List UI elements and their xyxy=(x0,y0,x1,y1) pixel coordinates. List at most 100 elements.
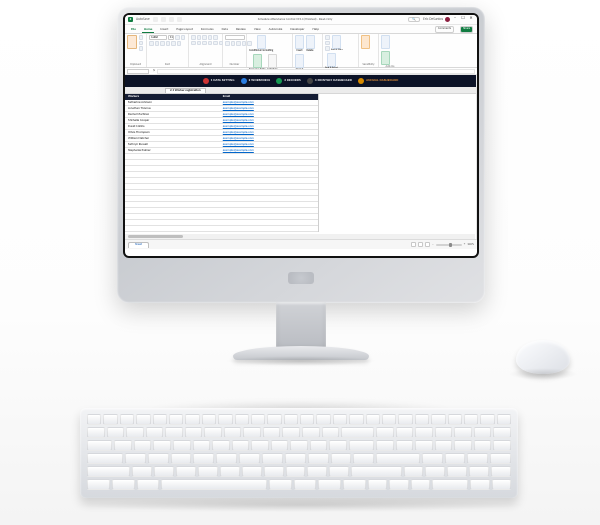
conditional-formatting-button[interactable] xyxy=(257,35,266,49)
wrap-text-button[interactable] xyxy=(213,35,218,40)
paste-button[interactable] xyxy=(127,35,137,49)
increase-font-button[interactable] xyxy=(175,35,180,40)
minimize-button[interactable]: ─ xyxy=(452,17,458,23)
tab-file[interactable]: File xyxy=(129,26,138,33)
share-button[interactable]: Share xyxy=(460,26,473,33)
sheet-tab[interactable]: Sheet xyxy=(128,242,149,248)
tab-help[interactable]: Help xyxy=(311,26,321,33)
format-as-table-button[interactable] xyxy=(253,54,262,68)
keyboard-key xyxy=(263,427,281,438)
format-cells-button[interactable] xyxy=(295,54,304,68)
user-avatar[interactable] xyxy=(445,17,450,22)
tab-formulas[interactable]: Formulas xyxy=(199,26,216,33)
qat-redo-icon[interactable] xyxy=(177,17,182,22)
cell-styles-button[interactable] xyxy=(268,54,277,68)
keyboard-key xyxy=(220,466,240,477)
zoom-value[interactable]: 100% xyxy=(467,243,474,247)
tab-view[interactable]: View xyxy=(252,26,263,33)
sort-filter-button[interactable] xyxy=(332,35,341,49)
keyboard-key xyxy=(290,440,308,451)
keyboard-key xyxy=(282,427,300,438)
cut-button[interactable] xyxy=(139,35,144,40)
decrease-font-button[interactable] xyxy=(181,35,186,40)
keyboard-key xyxy=(286,466,306,477)
nav-annual-dashboard[interactable]: ANNUAL DASHBOARD xyxy=(358,78,398,84)
keyboard-key xyxy=(353,453,374,464)
nav-records[interactable]: 3 RECORDS xyxy=(276,78,301,84)
view-normal-button[interactable] xyxy=(411,242,416,247)
align-middle-button[interactable] xyxy=(197,35,202,40)
autosum-button[interactable] xyxy=(325,35,330,40)
delete-cells-button[interactable] xyxy=(306,35,315,49)
orientation-button[interactable] xyxy=(208,35,213,40)
indent-increase-button[interactable] xyxy=(213,41,218,46)
zoom-out-button[interactable]: − xyxy=(432,243,434,247)
font-name-combo[interactable]: Calibri xyxy=(149,35,167,40)
number-format-combo[interactable] xyxy=(225,35,245,40)
font-size-combo[interactable]: 11 xyxy=(168,35,174,40)
increase-decimal-button[interactable] xyxy=(242,41,247,46)
align-center-button[interactable] xyxy=(197,41,202,46)
underline-button[interactable] xyxy=(160,41,165,46)
keyboard-key xyxy=(87,466,130,477)
keyboard-key xyxy=(169,414,183,425)
analyze-data-button[interactable] xyxy=(381,35,390,49)
find-select-button[interactable] xyxy=(327,53,336,67)
clear-button[interactable] xyxy=(325,46,330,51)
copy-button[interactable] xyxy=(139,41,144,46)
fill-button[interactable] xyxy=(325,41,330,46)
fx-icon[interactable]: fx xyxy=(153,69,155,73)
align-left-button[interactable] xyxy=(191,41,196,46)
italic-button[interactable] xyxy=(155,41,160,46)
qat-save-icon[interactable] xyxy=(161,17,166,22)
tab-home[interactable]: Home xyxy=(142,26,154,33)
keyboard-key xyxy=(469,466,489,477)
keyboard-key xyxy=(251,440,269,451)
keyboard-key xyxy=(154,466,174,477)
keyboard-key xyxy=(366,414,380,425)
comments-button[interactable]: Comments xyxy=(435,26,454,33)
keyboard-key xyxy=(349,440,374,451)
zoom-in-button[interactable]: + xyxy=(464,243,466,247)
insert-cells-button[interactable] xyxy=(295,35,304,49)
tab-automate[interactable]: Automate xyxy=(267,26,285,33)
tab-developer[interactable]: Developer xyxy=(288,26,306,33)
fill-color-button[interactable] xyxy=(171,41,176,46)
bold-button[interactable] xyxy=(149,41,154,46)
percent-format-button[interactable] xyxy=(231,41,236,46)
align-bottom-button[interactable] xyxy=(202,35,207,40)
table-row[interactable] xyxy=(125,226,220,232)
align-right-button[interactable] xyxy=(202,41,207,46)
nav-monthly-dashboard[interactable]: 4 MONTHLY DASHBOARD xyxy=(307,78,352,84)
search-box[interactable]: 🔍 xyxy=(408,17,420,23)
nav-data-setting[interactable]: 1 DATA SETTING xyxy=(203,78,235,84)
tab-insert[interactable]: Insert xyxy=(158,26,170,33)
tab-review[interactable]: Review xyxy=(234,26,248,33)
addins-button[interactable] xyxy=(381,51,390,65)
keyboard-key xyxy=(176,466,196,477)
qat-undo-icon[interactable] xyxy=(169,17,174,22)
border-button[interactable] xyxy=(166,41,171,46)
tab-page-layout[interactable]: Page Layout xyxy=(174,26,195,33)
view-page-layout-button[interactable] xyxy=(418,242,423,247)
align-top-button[interactable] xyxy=(191,35,196,40)
scrollbar-thumb[interactable] xyxy=(128,235,183,238)
indent-decrease-button[interactable] xyxy=(208,41,213,46)
user-name[interactable]: Eric DeSantos xyxy=(423,17,443,21)
font-color-button[interactable] xyxy=(177,41,182,46)
autosave-toggle[interactable] xyxy=(153,17,158,22)
close-button[interactable]: ✕ xyxy=(468,17,474,23)
format-painter-button[interactable] xyxy=(139,46,144,51)
name-box[interactable] xyxy=(127,69,149,74)
comma-format-button[interactable] xyxy=(236,41,241,46)
accounting-format-button[interactable] xyxy=(225,41,230,46)
view-page-break-button[interactable] xyxy=(425,242,430,247)
table-row[interactable] xyxy=(220,226,318,232)
autosave-toggle-label[interactable]: AutoSave xyxy=(136,17,150,21)
formula-input[interactable] xyxy=(157,69,475,74)
sensitivity-button[interactable] xyxy=(361,35,370,49)
zoom-slider[interactable] xyxy=(436,244,462,246)
maximize-button[interactable]: ☐ xyxy=(460,17,466,23)
nav-workforce[interactable]: 2 WORKFORCE xyxy=(241,78,271,84)
tab-data[interactable]: Data xyxy=(220,26,230,33)
